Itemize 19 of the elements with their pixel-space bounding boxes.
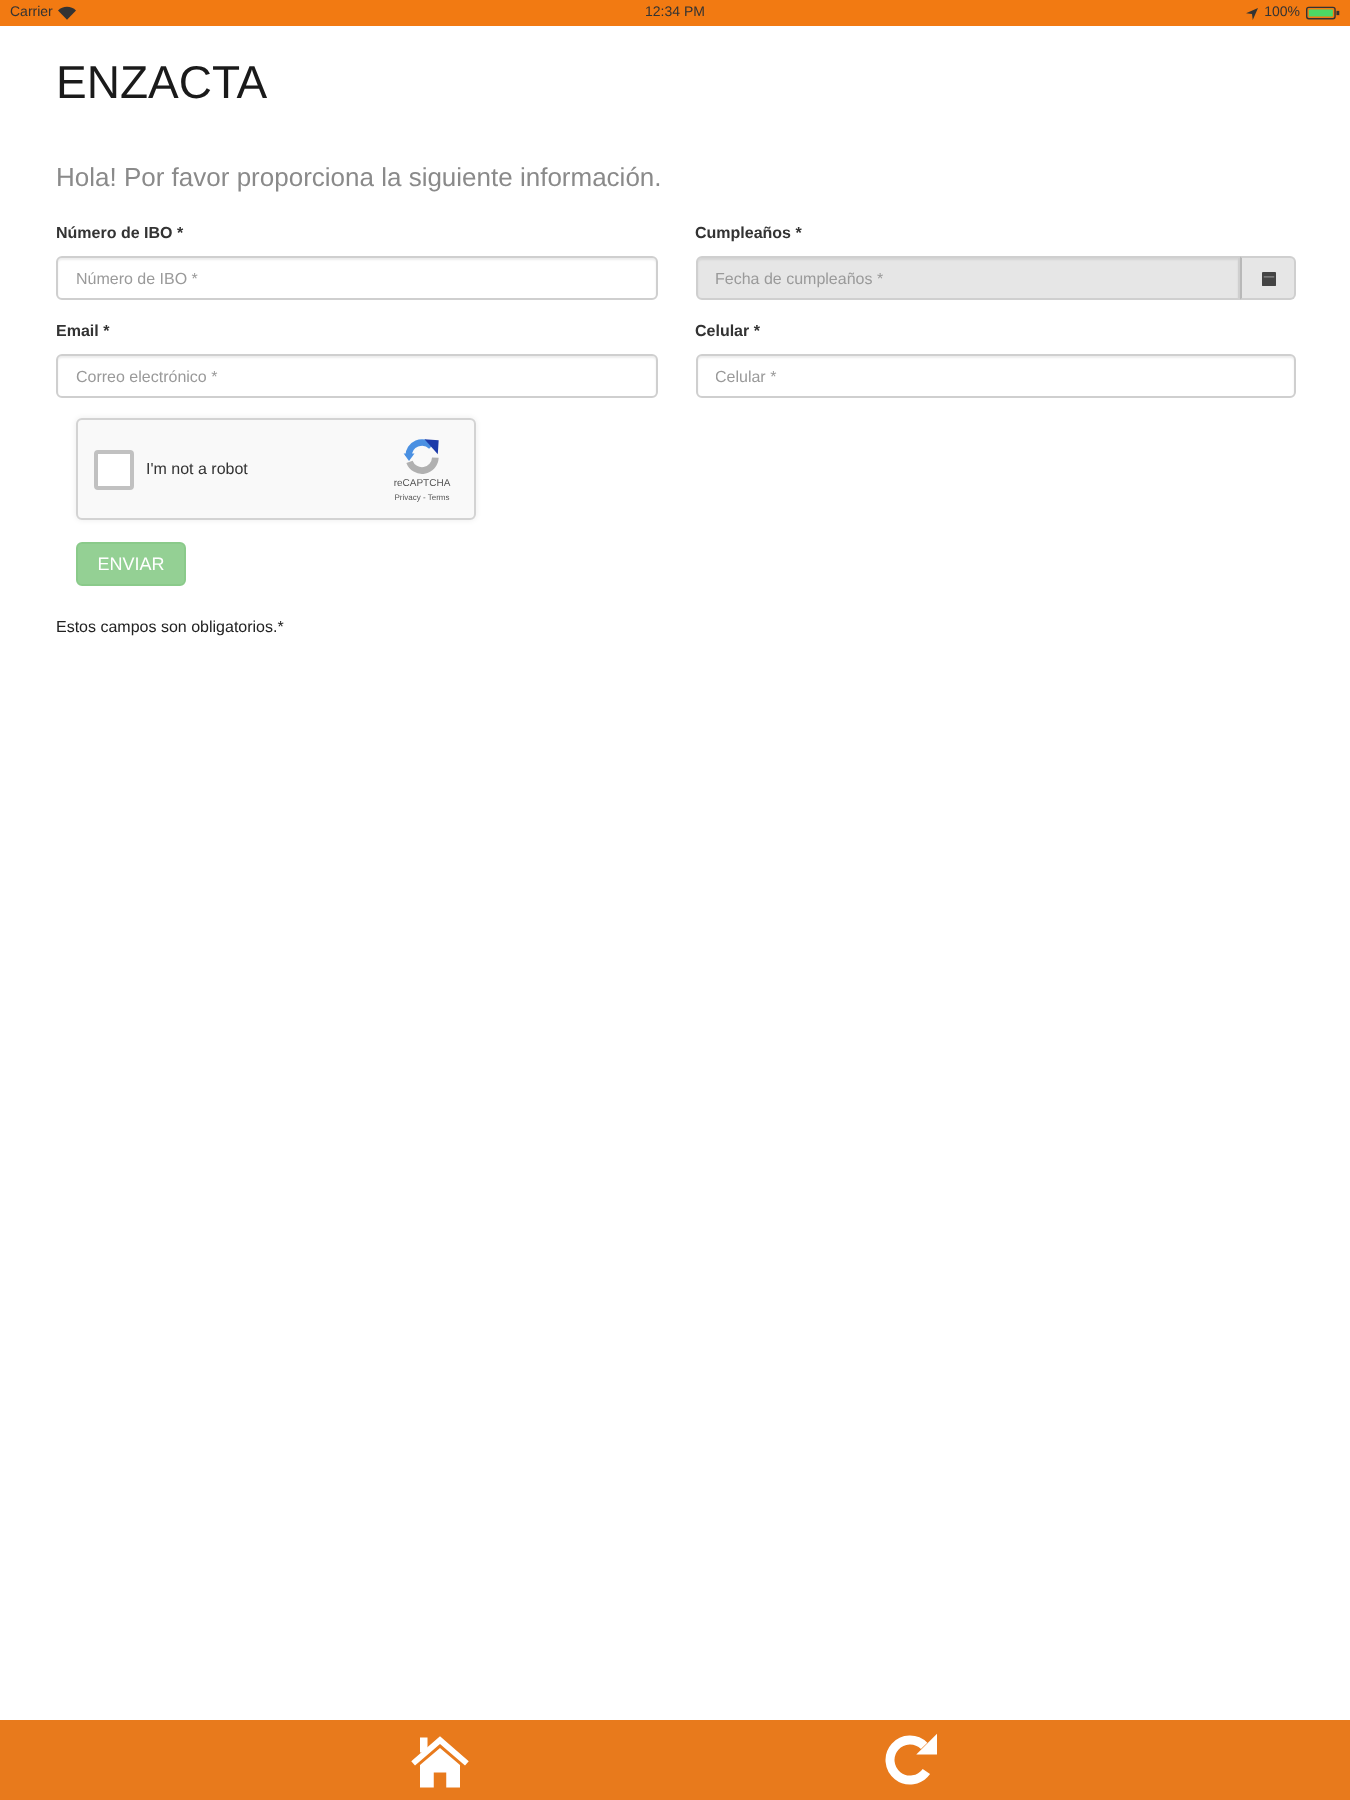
calendar-button[interactable]	[1240, 256, 1296, 300]
text-field[interactable]: Celular *	[695, 354, 1296, 398]
captcha-checkbox[interactable]	[94, 449, 134, 489]
battery-icon	[1306, 6, 1340, 20]
field-label: Celular *	[695, 322, 762, 342]
field-label: Email *	[56, 322, 112, 342]
intro-text: Hola! Por favor proporciona la siguiente información.	[56, 162, 664, 194]
required-note: Estos campos son obligatorios.*	[56, 618, 286, 638]
captcha-label: I'm not a robot	[146, 460, 250, 478]
field-label: Cumpleaños *	[695, 224, 804, 244]
wifi-icon	[58, 6, 77, 20]
text-field[interactable]: Correo electrónico *	[56, 354, 657, 398]
app-title: ENZACTA	[56, 54, 270, 110]
location-arrow-icon	[1246, 7, 1259, 19]
calendar-icon	[1261, 271, 1275, 285]
captcha-logo-icon	[402, 435, 442, 475]
refresh-icon[interactable]	[880, 1730, 940, 1790]
text-field[interactable]: Número de IBO *	[56, 256, 657, 300]
field-label: Número de IBO *	[56, 224, 186, 244]
